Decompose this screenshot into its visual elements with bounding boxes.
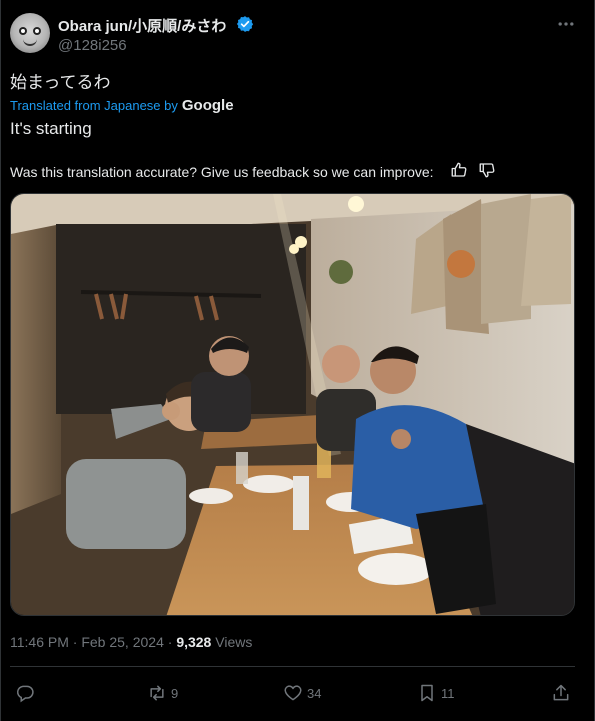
repost-count: 9 [171,685,179,701]
divider-top [10,666,575,667]
translation-feedback-prompt: Was this translation accurate? Give us f… [10,164,434,180]
tweet-text: 始まってるわ [10,73,111,93]
translated-text: It's starting [10,119,92,138]
thumbs-down-icon[interactable] [478,161,496,179]
meta-separator-2: · [167,634,173,650]
meta-separator: · [72,634,78,650]
restaurant-group-photo [11,194,574,615]
post-meta: 11:46 PM · Feb 25, 2024 · 9,328 Views [10,634,252,650]
share-button[interactable] [551,682,571,704]
tweet-photo[interactable] [10,193,575,616]
more-icon[interactable] [554,12,578,36]
author-handle[interactable]: @128i256 [58,37,127,54]
thumbs-up-icon[interactable] [450,161,468,179]
column-border-left [0,0,1,721]
repost-icon [150,685,164,701]
bookmark-button[interactable]: 11 [417,682,455,704]
views-label: Views [215,634,253,650]
views-count: 9,328 [176,634,212,650]
post-date[interactable]: Feb 25, 2024 [81,634,164,650]
verified-badge-icon [236,16,254,32]
like-icon [284,685,302,701]
post-time[interactable]: 11:46 PM [10,634,69,650]
bookmark-count: 11 [441,685,455,701]
share-icon [553,684,569,701]
author-display-name[interactable]: Obara jun/小原順/みさわ [58,15,226,36]
reply-button[interactable] [15,682,39,704]
bookmark-icon [421,684,433,702]
avatar-eye-left [19,27,27,35]
avatar-mouth [23,38,37,46]
avatar-eye-right [33,27,41,35]
translated-from-label: Translated from Japanese by [10,98,178,113]
like-count: 34 [307,685,322,701]
like-button[interactable]: 34 [283,682,321,704]
google-logo: Google [181,97,234,114]
translation-attribution[interactable]: Translated from Japanese by Google [10,97,234,114]
repost-button[interactable]: 9 [147,682,178,704]
avatar[interactable] [10,13,50,53]
reply-icon [17,685,34,703]
